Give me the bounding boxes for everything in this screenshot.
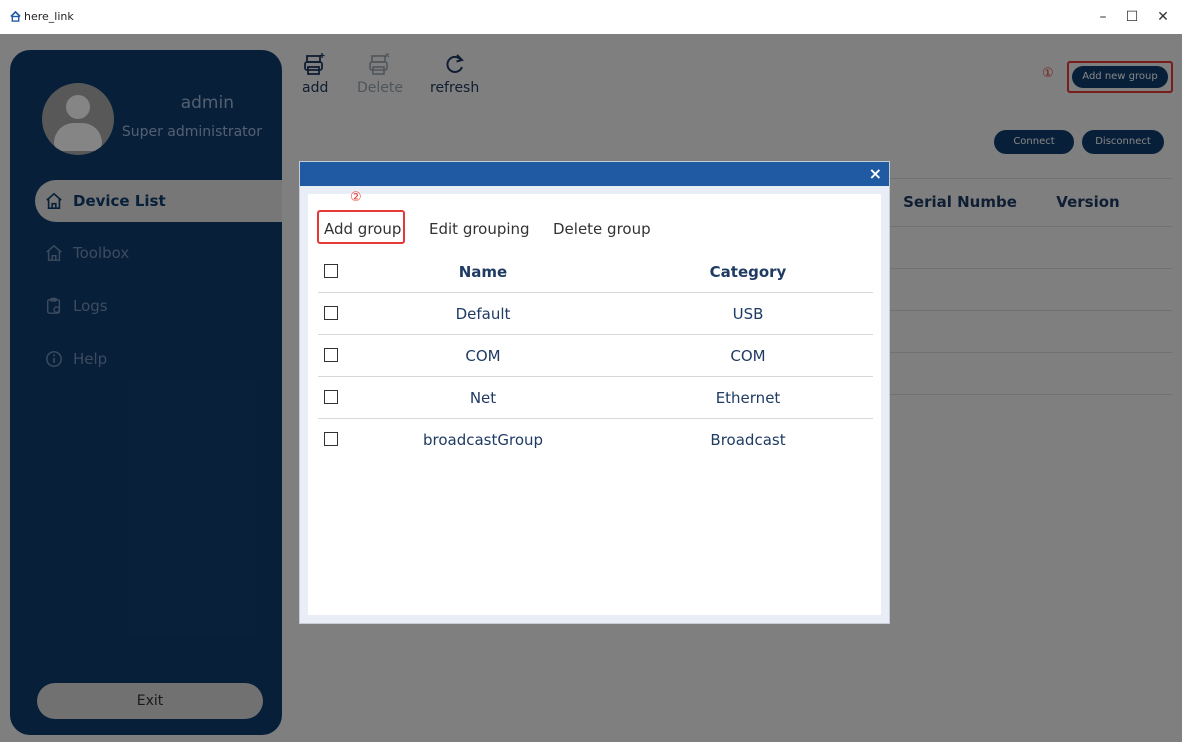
- window-title: here_link: [24, 10, 74, 23]
- dialog-header: ×: [300, 162, 889, 186]
- table-row[interactable]: COM COM: [318, 335, 873, 377]
- group-category: Broadcast: [710, 431, 786, 449]
- row-checkbox[interactable]: [324, 390, 338, 404]
- highlight-add-group: [317, 210, 405, 244]
- group-name: Net: [469, 389, 497, 407]
- delete-group-button[interactable]: Delete group: [553, 220, 651, 238]
- row-checkbox[interactable]: [324, 348, 338, 362]
- group-name: Default: [455, 305, 511, 323]
- table-header-row: Name Category: [318, 251, 873, 293]
- edit-grouping-button[interactable]: Edit grouping: [429, 220, 530, 238]
- column-header-category: Category: [709, 263, 787, 281]
- group-name: COM: [465, 347, 501, 365]
- group-dialog: × ② Add group Edit grouping Delete group…: [300, 162, 889, 623]
- table-row[interactable]: Default USB: [318, 293, 873, 335]
- table-row[interactable]: Net Ethernet: [318, 377, 873, 419]
- group-name: broadcastGroup: [422, 431, 544, 449]
- group-category: Ethernet: [715, 389, 781, 407]
- row-checkbox[interactable]: [324, 432, 338, 446]
- column-header-name: Name: [458, 263, 508, 281]
- window-close-button[interactable]: ✕: [1148, 6, 1178, 28]
- table-row[interactable]: broadcastGroup Broadcast: [318, 419, 873, 461]
- group-category: USB: [732, 305, 764, 323]
- group-category: COM: [730, 347, 766, 365]
- app-logo-icon: [10, 11, 21, 22]
- step-annotation-2: ②: [350, 190, 362, 205]
- window-titlebar: here_link – ☐ ✕: [0, 0, 1182, 34]
- maximize-button[interactable]: ☐: [1117, 6, 1147, 28]
- minimize-button[interactable]: –: [1088, 6, 1118, 28]
- dialog-close-button[interactable]: ×: [869, 163, 882, 185]
- dialog-body: ② Add group Edit grouping Delete group N…: [308, 190, 881, 615]
- row-checkbox[interactable]: [324, 306, 338, 320]
- select-all-checkbox[interactable]: [324, 264, 338, 278]
